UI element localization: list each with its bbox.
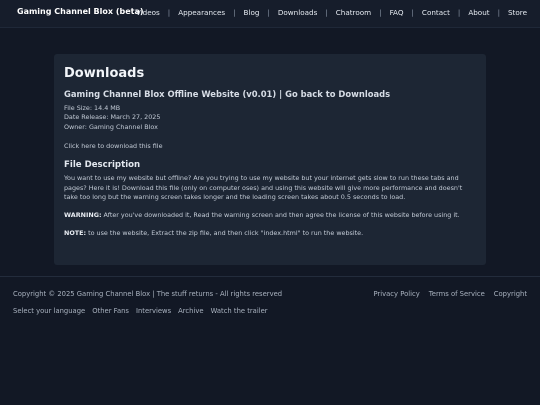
watch-trailer-link[interactable]: Watch the trailer: [211, 307, 268, 315]
description-heading: File Description: [64, 160, 141, 171]
nav-downloads[interactable]: Downloads: [278, 8, 317, 17]
note-body: to use the website, Extract the zip file…: [86, 228, 364, 237]
select-language-link[interactable]: Select your language: [13, 307, 85, 315]
download-card: Downloads Gaming Channel Blox Offline We…: [54, 54, 486, 265]
warning-label: WARNING:: [64, 211, 102, 219]
warning-text: WARNING: After you've downloaded it, Rea…: [64, 211, 476, 221]
note-label: NOTE:: [64, 228, 87, 237]
other-fans-link[interactable]: Other Fans: [92, 307, 129, 315]
nav-separator: |: [325, 8, 328, 17]
download-link[interactable]: Click here to download this file: [64, 142, 163, 150]
nav-appearances[interactable]: Appearances: [178, 8, 225, 17]
site-brand[interactable]: Gaming Channel Blox (beta): [17, 7, 144, 16]
nav-separator: |: [457, 8, 461, 17]
nav-separator: |: [411, 8, 414, 17]
file-meta: File Size: 14.4 MB Date Release: March 2…: [64, 104, 476, 132]
nav-faq[interactable]: FAQ: [390, 8, 404, 17]
nav-store[interactable]: Store: [508, 8, 527, 17]
main-nav: Videos | Appearances | Blog | Downloads …: [136, 8, 527, 17]
archive-link[interactable]: Archive: [178, 307, 203, 315]
footer-copyright: Copyright © 2025 Gaming Channel Blox | T…: [13, 290, 283, 298]
file-description: You want to use my website but offline? …: [64, 174, 463, 202]
nav-chatroom[interactable]: Chatroom: [336, 8, 371, 17]
footer-divider: [0, 276, 540, 277]
page-title: Downloads: [64, 66, 145, 81]
nav-separator: |: [497, 8, 500, 17]
interviews-link[interactable]: Interviews: [136, 307, 171, 315]
nav-separator: |: [233, 8, 236, 17]
privacy-policy-link[interactable]: Privacy Policy: [373, 290, 419, 298]
nav-contact[interactable]: Contact: [422, 8, 450, 17]
file-owner: Owner: Gaming Channel Blox: [64, 122, 158, 131]
top-navbar: Gaming Channel Blox (beta) Videos | Appe…: [0, 0, 540, 28]
nav-videos[interactable]: Videos: [136, 8, 160, 17]
note-text: NOTE: to use the website, Extract the zi…: [64, 229, 476, 239]
nav-separator: |: [379, 8, 382, 17]
nav-separator: |: [167, 8, 171, 17]
download-section: Click here to download this file: [64, 142, 476, 150]
file-title-link[interactable]: Gaming Channel Blox Offline Website (v0.…: [64, 89, 476, 99]
nav-blog[interactable]: Blog: [244, 8, 260, 17]
copyright-link[interactable]: Copyright: [494, 290, 527, 298]
terms-of-service-link[interactable]: Terms of Service: [429, 290, 485, 298]
footer-legal-links: Privacy Policy Terms of Service Copyrigh…: [373, 290, 527, 298]
warning-body: After you've downloaded it, Read the war…: [101, 211, 460, 219]
nav-about[interactable]: About: [468, 8, 489, 17]
footer-bottom-links: Select your language Other Fans Intervie…: [13, 307, 268, 315]
date-release: Date Release: March 27, 2025: [64, 113, 161, 122]
file-size: File Size: 14.4 MB: [64, 104, 121, 112]
nav-separator: |: [267, 8, 270, 17]
